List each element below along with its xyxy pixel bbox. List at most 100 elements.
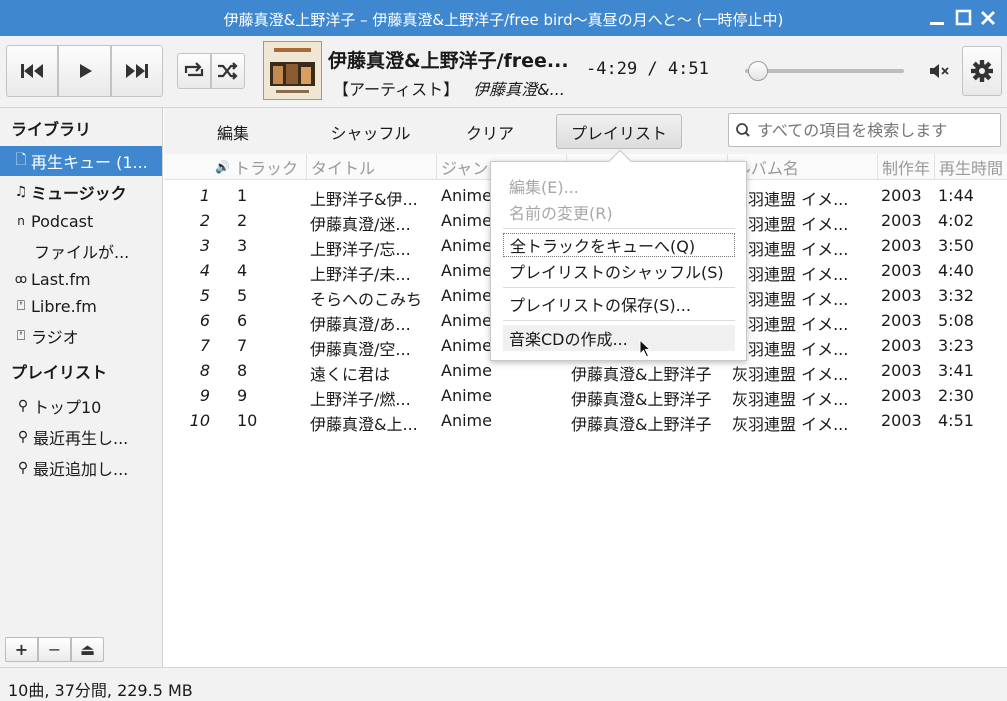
table-row[interactable]: 8 8 遠くに君は Anime 伊藤真澄&上野洋子 灰羽連盟 イメ... 2003 3:41 <box>164 359 1007 384</box>
cell-title: 上野洋子&伊... <box>310 190 418 209</box>
column-header-year[interactable]: 制作年 <box>878 154 935 180</box>
cell-year: 2003 <box>881 336 922 355</box>
sidebar-item-label: Libre.fm <box>31 296 97 316</box>
window-titlebar[interactable]: 伊藤真澄&上野洋子 – 伊藤真澄&上野洋子/free bird～真昼の月へと～ … <box>0 0 1007 36</box>
cell-time: 3:32 <box>938 286 974 305</box>
cell-time: 4:40 <box>938 261 974 280</box>
seek-slider[interactable] <box>745 61 904 81</box>
sidebar-item-recently-played[interactable]: ⚲ 最近再生し... <box>0 422 162 452</box>
table-row[interactable]: 10 10 伊藤真澄&上... Anime 伊藤真澄&上野洋子 灰羽連盟 イメ... 200… <box>164 409 1007 434</box>
volume-button[interactable] <box>927 60 951 82</box>
gear-icon <box>971 60 993 82</box>
time-display: -4:29 / 4:51 <box>586 59 709 79</box>
cell-artist: 伊藤真澄&上野洋子 <box>571 390 712 409</box>
add-button[interactable]: + <box>5 637 38 662</box>
sidebar-item-recently-added[interactable]: ⚲ 最近追加し... <box>0 453 162 483</box>
edit-button[interactable]: 編集 <box>201 114 265 149</box>
library-heading: ライブラリ <box>11 120 92 139</box>
document-icon: 🗋 <box>15 152 27 168</box>
playlist-menu-button[interactable]: プレイリスト <box>556 114 682 149</box>
cell-title: そらへのこみち <box>310 290 423 309</box>
playlist-heading: プレイリスト <box>11 363 108 382</box>
cell-genre: Anime <box>441 411 492 430</box>
next-track-button[interactable] <box>111 45 163 97</box>
cell-album: 灰羽連盟 イメ... <box>732 415 849 434</box>
cell-title: 上野洋子/忘... <box>310 240 411 259</box>
sidebar-item-top10[interactable]: ⚲ トップ10 <box>0 391 162 421</box>
cell-title: 上野洋子/未... <box>310 265 411 284</box>
close-button[interactable] <box>976 6 1000 30</box>
cell-track: 9 <box>237 386 248 405</box>
sidebar-item-label: ラジオ <box>31 328 79 347</box>
menu-item-burn-cd[interactable]: 音楽CDの作成... <box>503 325 735 351</box>
sidebar-item-lastfm[interactable]: ꝏ Last.fm <box>0 264 162 294</box>
cell-title: 伊藤真澄/空... <box>310 340 411 359</box>
sidebar-item-files[interactable]: ファイルが... <box>0 236 162 266</box>
eject-button[interactable]: ⏏ <box>71 637 104 662</box>
skip-forward-icon <box>126 64 148 78</box>
cell-time: 3:23 <box>938 336 974 355</box>
play-icon <box>79 64 92 78</box>
cell-title: 伊藤真澄/迷... <box>310 215 411 234</box>
cell-index: 1 <box>199 186 210 205</box>
cell-artist: 伊藤真澄&上野洋子 <box>571 365 712 384</box>
cell-album: 灰羽連盟 イメ... <box>732 265 849 284</box>
cell-track: 10 <box>237 411 258 430</box>
mute-icon <box>930 64 949 78</box>
maximize-icon <box>955 9 972 26</box>
cell-title: 遠くに君は <box>310 365 391 384</box>
column-header-track[interactable]: 🔊 トラック <box>211 154 307 180</box>
cell-album: 灰羽連盟 イメ... <box>732 390 849 409</box>
menu-item-rename[interactable]: 名前の変更(R) <box>503 200 735 224</box>
cell-album: 灰羽連盟 イメ... <box>732 315 849 334</box>
column-header-time[interactable]: 再生時間 <box>935 154 1007 180</box>
cell-track: 6 <box>237 311 248 330</box>
sidebar-item-radio[interactable]: ⍞ ラジオ <box>0 321 162 351</box>
seek-handle[interactable] <box>747 61 768 81</box>
now-playing-artist: 【アーティスト】 伊藤真澄&... <box>333 76 565 100</box>
sidebar-item-librefm[interactable]: ⍞ Libre.fm <box>0 291 162 321</box>
rss-icon: ո <box>17 214 25 228</box>
sidebar-item-music[interactable]: ♫ ミュージック <box>0 177 162 207</box>
queue-toolbar: 編集 シャッフル クリア プレイリスト <box>164 108 1007 154</box>
sidebar-item-label: 最近追加し... <box>33 460 129 479</box>
shuffle-queue-button[interactable]: シャッフル <box>312 114 429 149</box>
menu-item-edit[interactable]: 編集(E)... <box>503 174 735 198</box>
cell-album: 灰羽連盟 イメ... <box>732 340 849 359</box>
column-header-title[interactable]: タイトル <box>307 154 437 180</box>
sidebar-item-label: トップ10 <box>33 398 102 417</box>
minimize-button[interactable] <box>925 6 949 30</box>
menu-item-save-playlist[interactable]: プレイリストの保存(S)... <box>503 292 735 316</box>
skip-back-icon <box>21 64 43 78</box>
maximize-button[interactable] <box>951 6 975 30</box>
previous-track-button[interactable] <box>6 45 58 97</box>
cell-year: 2003 <box>881 386 922 405</box>
cell-year: 2003 <box>881 411 922 430</box>
cell-year: 2003 <box>881 236 922 255</box>
sidebar-item-play-queue[interactable]: 🗋 再生キュー (1... <box>0 146 162 176</box>
menu-item-shuffle-playlist[interactable]: プレイリストのシャッフル(S) <box>503 259 735 283</box>
search-icon: ⚲ <box>17 429 29 445</box>
sidebar-item-podcast[interactable]: ո Podcast <box>0 206 162 236</box>
cell-track: 7 <box>237 336 248 355</box>
minimize-icon <box>930 22 944 25</box>
sidebar-item-label: ファイルが... <box>34 243 130 262</box>
shuffle-button[interactable] <box>211 53 245 89</box>
search-box[interactable] <box>728 113 1001 147</box>
repeat-button[interactable] <box>177 53 211 89</box>
cell-track: 2 <box>237 211 248 230</box>
settings-button[interactable] <box>962 46 1002 96</box>
column-header-album[interactable]: アルバム名 <box>728 154 878 180</box>
sidebar-item-label: ミュージック <box>31 184 127 203</box>
remove-button[interactable]: − <box>38 637 71 662</box>
cell-time: 3:41 <box>938 361 974 380</box>
album-cover[interactable] <box>263 41 322 100</box>
menu-item-queue-all[interactable]: 全トラックをキューへ(Q) <box>503 233 735 257</box>
search-input[interactable] <box>757 120 987 140</box>
table-row[interactable]: 9 9 上野洋子/燃... Anime 伊藤真澄&上野洋子 灰羽連盟 イメ... 2003 2… <box>164 384 1007 409</box>
play-button[interactable] <box>58 45 111 97</box>
sidebar-item-label: Last.fm <box>31 269 91 289</box>
clear-button[interactable]: クリア <box>454 114 526 149</box>
cell-time: 4:51 <box>938 411 974 430</box>
sidebar-button-group: + − ⏏ <box>5 637 104 662</box>
